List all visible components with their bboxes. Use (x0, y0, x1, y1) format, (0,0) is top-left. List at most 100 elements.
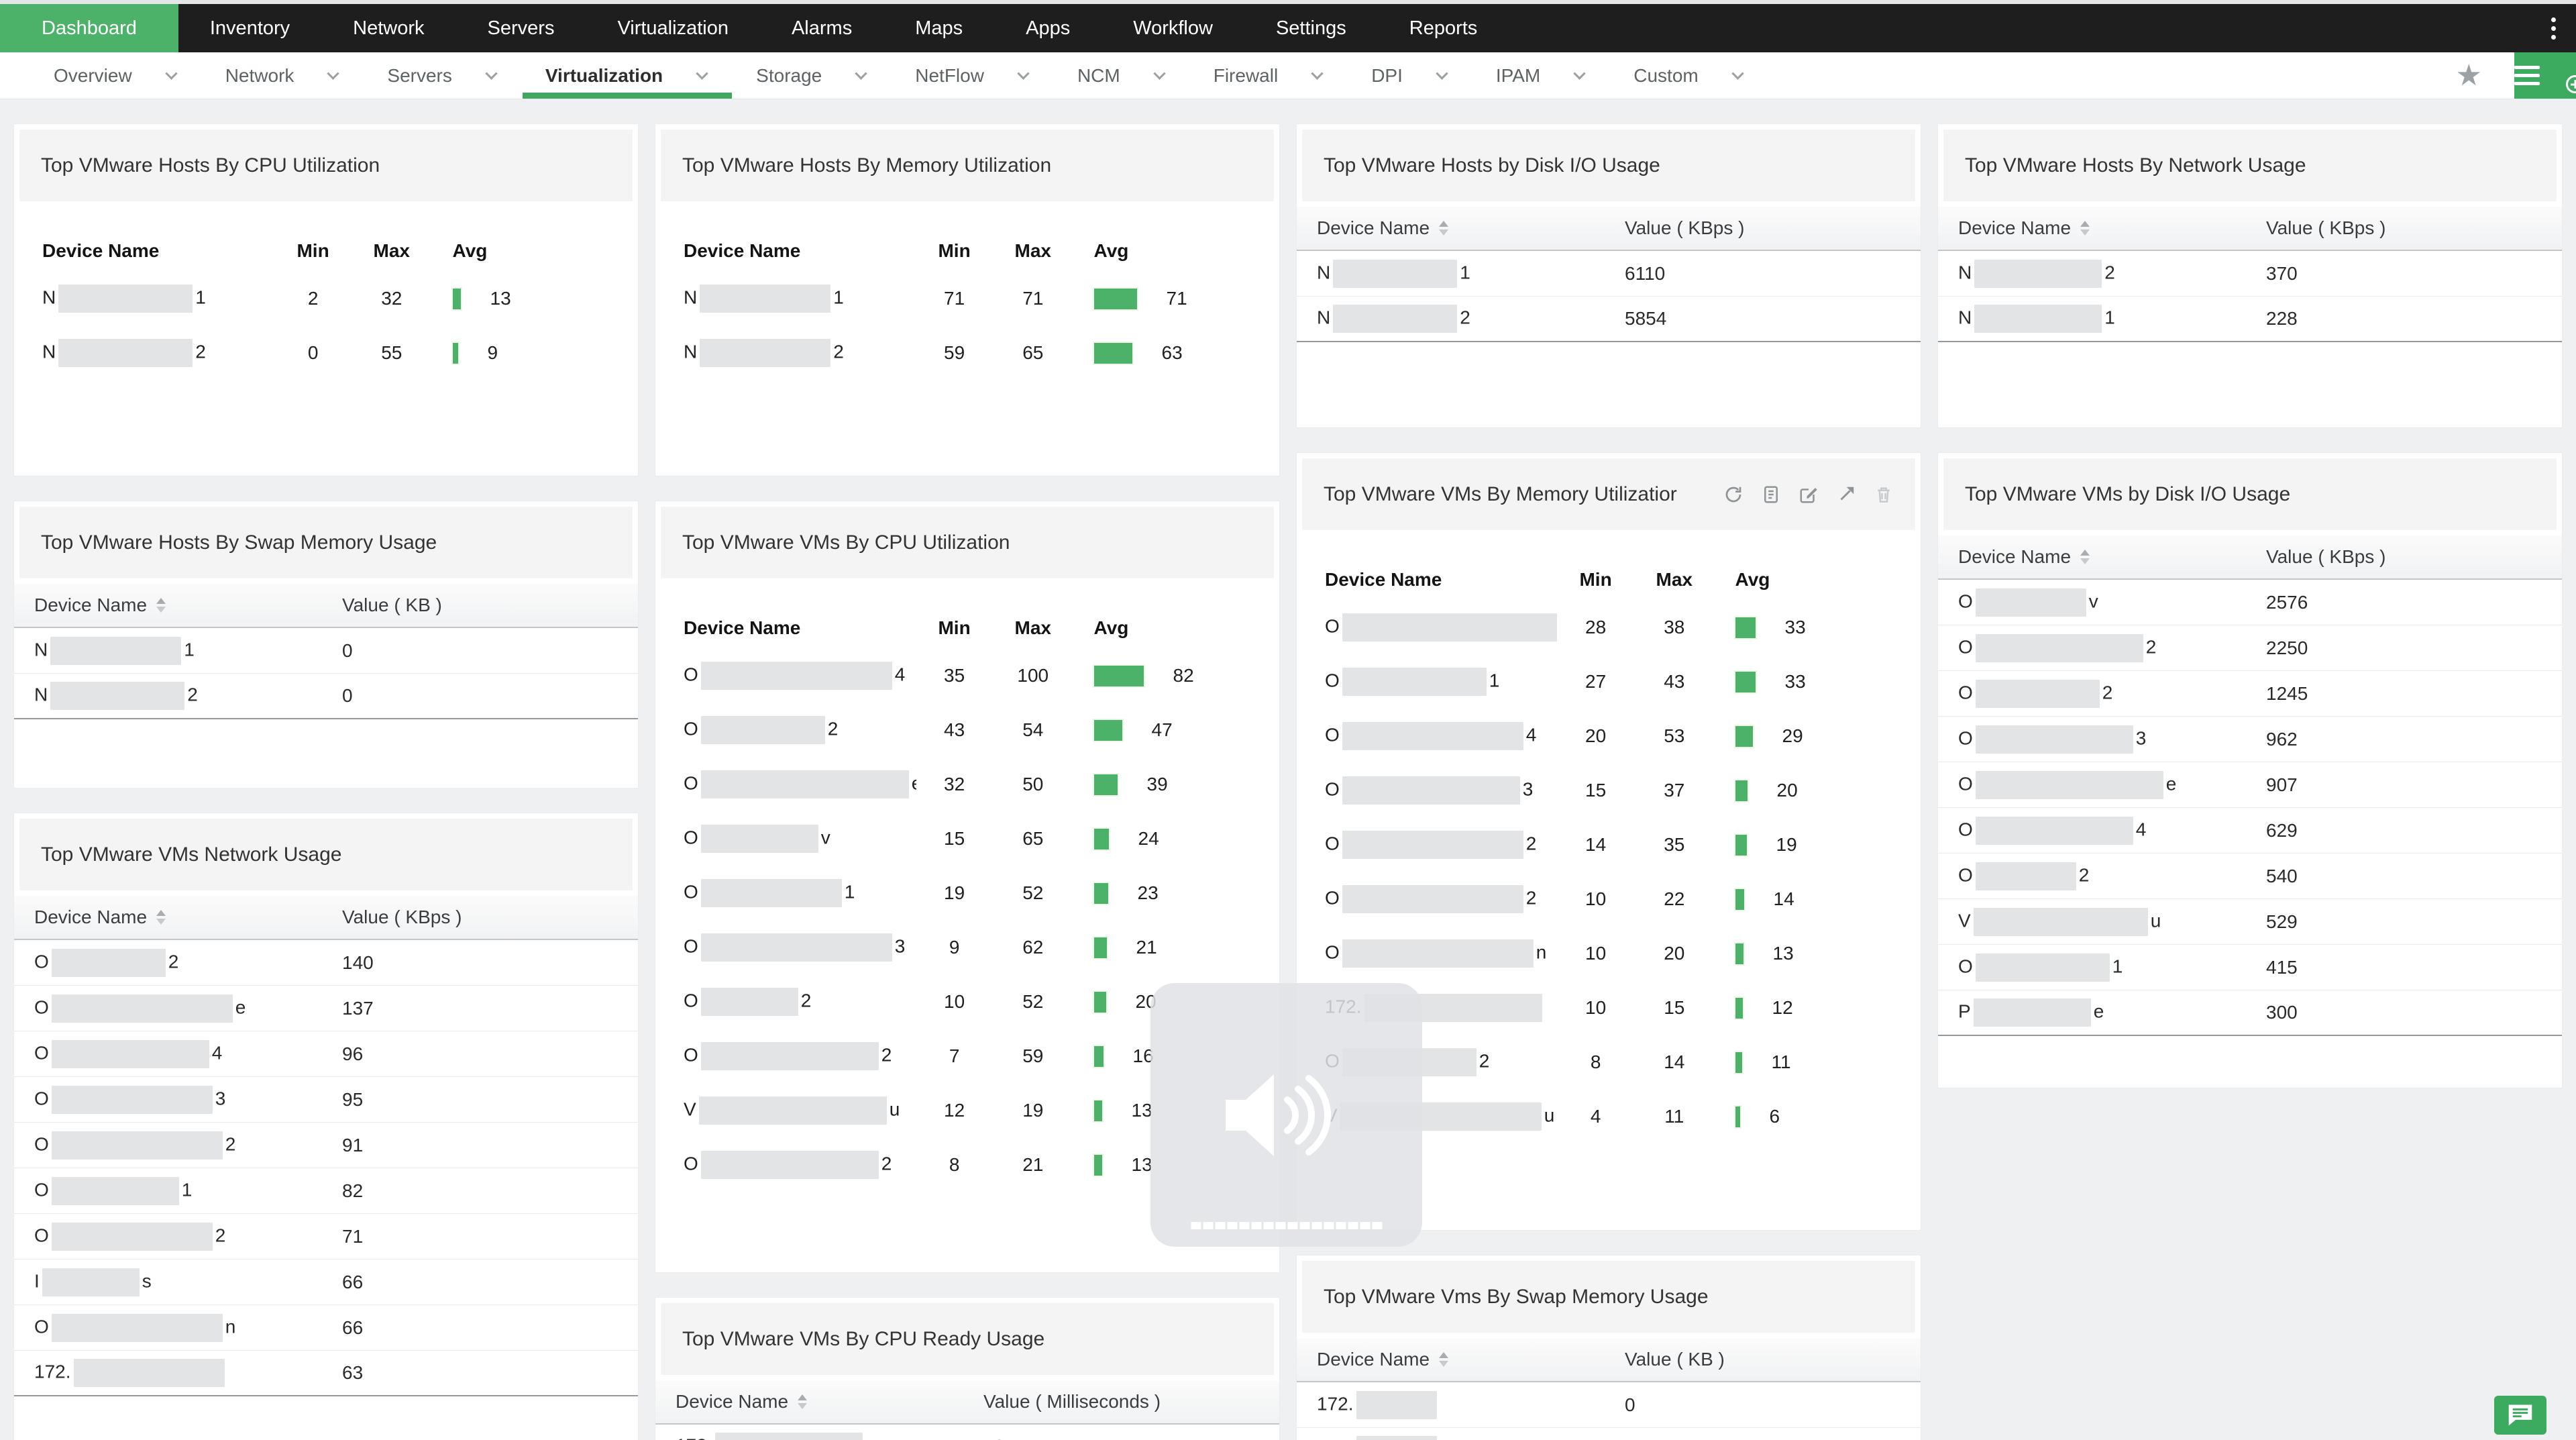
sort-device-name[interactable]: Device Name (34, 907, 342, 928)
device-name-link[interactable]: O2 (34, 1223, 342, 1251)
device-name-link[interactable]: O4 (34, 1040, 342, 1068)
device-name-link[interactable]: O2 (34, 949, 342, 977)
chevron-down-icon[interactable] (1436, 67, 1448, 79)
chat-button[interactable] (2494, 1396, 2546, 1435)
device-name-link[interactable]: O2 (1325, 885, 1558, 913)
sort-device-name[interactable]: Device Name (1958, 546, 2266, 568)
chevron-down-icon[interactable] (485, 67, 497, 79)
device-name-link[interactable]: O2 (684, 988, 916, 1016)
device-name-link[interactable]: N1 (1317, 260, 1625, 288)
chevron-down-icon[interactable] (165, 67, 177, 79)
device-name-link[interactable]: O2 (1325, 831, 1558, 859)
device-name-link[interactable]: N2 (34, 682, 342, 710)
refresh-icon[interactable] (1723, 484, 1743, 505)
chevron-down-icon[interactable] (1574, 67, 1586, 79)
device-name-link[interactable]: O4 (1325, 722, 1558, 750)
device-name-link[interactable]: Oe (1325, 613, 1558, 641)
device-name-link[interactable]: 172. (34, 1359, 342, 1387)
device-name-link[interactable]: On (1325, 939, 1558, 968)
tab-virtualization[interactable]: Virtualization (539, 52, 749, 99)
sort-device-name[interactable]: Device Name (1317, 217, 1625, 239)
device-name-link[interactable]: O2 (1958, 680, 2266, 708)
device-name-link[interactable]: O3 (684, 933, 916, 962)
device-name-link[interactable]: N1 (684, 285, 916, 313)
nav-servers[interactable]: Servers (456, 4, 586, 52)
tab-overview[interactable]: Overview (47, 52, 219, 99)
device-name-link[interactable]: 172. (676, 1433, 983, 1440)
nav-network[interactable]: Network (321, 4, 455, 52)
edit-icon[interactable] (1799, 484, 1819, 505)
device-name-link[interactable]: Pe (1958, 998, 2266, 1027)
device-name-link[interactable]: N2 (1317, 305, 1625, 333)
tab-custom[interactable]: Custom (1627, 52, 1784, 99)
nav-workflow[interactable]: Workflow (1102, 4, 1244, 52)
device-name-link[interactable]: O3 (34, 1086, 342, 1114)
tab-network[interactable]: Network (219, 52, 381, 99)
report-icon[interactable] (1761, 484, 1781, 505)
add-dashboard-button[interactable] (2514, 52, 2576, 99)
device-name-link[interactable]: O3 (1325, 776, 1558, 805)
chevron-down-icon[interactable] (1731, 67, 1743, 79)
tab-servers[interactable]: Servers (380, 52, 538, 99)
device-name-link[interactable]: N2 (1958, 260, 2266, 288)
device-name-link[interactable]: O2 (684, 1151, 916, 1179)
avg-cell: 14 (1715, 888, 1907, 911)
device-name-link[interactable]: Oe (684, 770, 916, 799)
nav-alarms[interactable]: Alarms (760, 4, 883, 52)
sort-device-name[interactable]: Device Name (1958, 217, 2266, 239)
device-name-link[interactable]: N2 (42, 339, 275, 367)
tab-storage[interactable]: Storage (749, 52, 908, 99)
chevron-down-icon[interactable] (696, 67, 708, 79)
device-name-link[interactable]: N2 (684, 339, 916, 367)
device-name-link[interactable]: O2 (1958, 862, 2266, 890)
device-name-link[interactable]: O2 (684, 1042, 916, 1070)
delete-icon[interactable] (1874, 484, 1894, 505)
chevron-down-icon[interactable] (1153, 67, 1165, 79)
device-name-link[interactable]: Ov (684, 825, 916, 853)
device-name-link[interactable]: O1 (34, 1177, 342, 1205)
device-name-link[interactable]: N1 (1958, 305, 2266, 333)
device-name-link[interactable]: N1 (34, 637, 342, 665)
device-name-link[interactable]: N1 (42, 285, 275, 313)
tab-ncm[interactable]: NCM (1071, 52, 1207, 99)
device-name-link[interactable]: O4 (684, 662, 916, 690)
device-name-link[interactable]: O4 (1958, 817, 2266, 845)
nav-inventory[interactable]: Inventory (178, 4, 321, 52)
sort-device-name[interactable]: Device Name (1317, 1349, 1625, 1370)
tab-firewall[interactable]: Firewall (1207, 52, 1364, 99)
sort-device-name[interactable]: Device Name (34, 595, 342, 616)
tab-dpi[interactable]: DPI (1364, 52, 1489, 99)
device-name-link[interactable]: Ov (1958, 588, 2266, 617)
device-name-link[interactable]: O2 (684, 716, 916, 744)
device-name-link[interactable]: 172. (1317, 1391, 1625, 1419)
sort-device-name[interactable]: Device Name (676, 1391, 983, 1412)
device-name-link[interactable]: O2 (1958, 634, 2266, 662)
device-name-link[interactable]: O2 (34, 1131, 342, 1160)
device-name-link[interactable]: 172. (1317, 1436, 1625, 1440)
device-name-link[interactable]: O3 (1958, 725, 2266, 754)
nav-apps[interactable]: Apps (994, 4, 1102, 52)
device-name-link[interactable]: O1 (684, 879, 916, 907)
chevron-down-icon[interactable] (1311, 67, 1323, 79)
tab-netflow[interactable]: NetFlow (908, 52, 1071, 99)
star-icon[interactable]: ★ (2456, 61, 2482, 91)
device-name-link[interactable]: Vu (1958, 908, 2266, 936)
device-name-link[interactable]: O1 (1325, 668, 1558, 696)
device-name-link[interactable]: Oe (1958, 771, 2266, 799)
kebab-menu-icon[interactable] (2551, 13, 2556, 44)
nav-settings[interactable]: Settings (1244, 4, 1378, 52)
nav-virtualization[interactable]: Virtualization (586, 4, 760, 52)
resize-icon[interactable] (1836, 484, 1856, 505)
nav-dashboard[interactable]: Dashboard (0, 4, 178, 52)
device-name-link[interactable]: On (34, 1314, 342, 1342)
device-name-link[interactable]: Is (34, 1268, 342, 1296)
chevron-down-icon[interactable] (855, 67, 867, 79)
device-name-link[interactable]: Vu (684, 1096, 916, 1125)
nav-reports[interactable]: Reports (1378, 4, 1509, 52)
tab-ipam[interactable]: IPAM (1489, 52, 1627, 99)
chevron-down-icon[interactable] (327, 67, 339, 79)
device-name-link[interactable]: O1 (1958, 954, 2266, 982)
nav-maps[interactable]: Maps (883, 4, 994, 52)
device-name-link[interactable]: Oe (34, 994, 342, 1023)
chevron-down-icon[interactable] (1017, 67, 1029, 79)
